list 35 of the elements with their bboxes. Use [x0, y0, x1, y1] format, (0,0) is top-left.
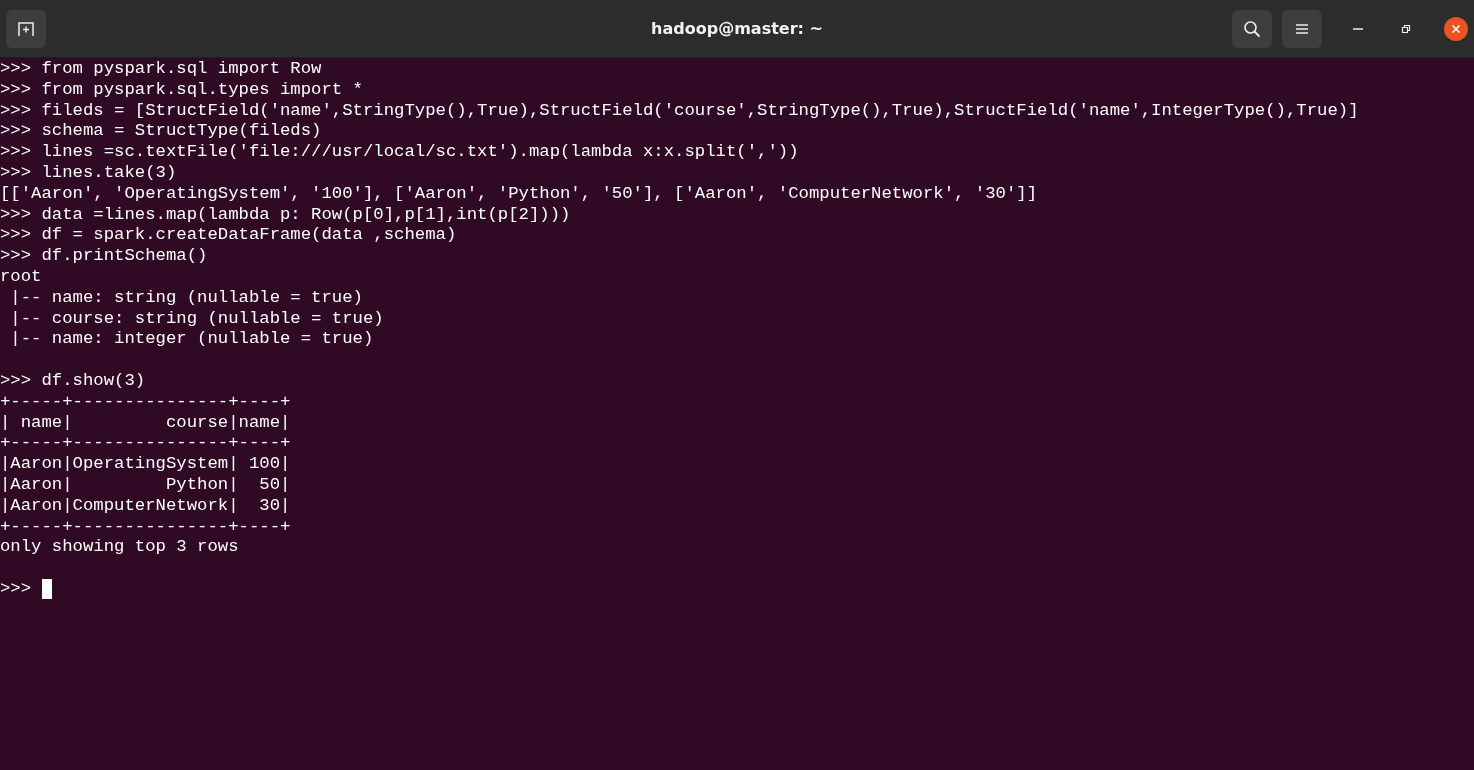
terminal-line: |Aaron|ComputerNetwork| 30|	[0, 495, 291, 517]
minimize-icon	[1353, 27, 1363, 30]
terminal-line: root	[0, 266, 42, 288]
terminal-line: +-----+---------------+----+	[0, 391, 291, 413]
terminal-line: >>> lines.take(3)	[0, 163, 177, 184]
terminal-line: +-----+---------------+----+	[0, 433, 291, 455]
terminal-line: >>> data =lines.map(lambda p: Row(p[0],p[1],int(p[2])))	[0, 204, 571, 226]
menu-button[interactable]	[1282, 9, 1322, 48]
close-icon	[1451, 23, 1461, 34]
terminal-line: >>> from pyspark.sql import Row	[0, 59, 322, 80]
terminal-line: |-- course: string (nullable = true)	[9, 308, 384, 330]
terminal-line: >>> lines =sc.textFile('file:///usr/local/sc.txt').map(lambda x:x.split(','))	[0, 142, 799, 163]
terminal-line: |-- name: string (nullable = true)	[9, 287, 363, 309]
restore-icon	[1401, 23, 1411, 34]
terminal-line: |-- name: integer (nullable = true)	[9, 329, 374, 351]
terminal-line: >>> df.printSchema()	[0, 246, 208, 267]
close-button[interactable]	[1444, 16, 1468, 41]
terminal-line: only showing top 3 rows	[0, 537, 239, 559]
terminal-line: >>> schema = StructType(fileds)	[0, 121, 322, 143]
search-icon	[1243, 19, 1261, 38]
terminal-line: >>> fileds = [StructField('name',StringType(),True),StructField('course',StringType(),True),StructField('name',IntegerType(),True)]	[0, 100, 1359, 122]
terminal-line: >>>	[0, 578, 32, 600]
terminal-line: | name| course|name|	[0, 412, 291, 434]
terminal-line: >>> df.show(3)	[0, 370, 146, 392]
menu-icon	[1295, 22, 1309, 35]
window-title: hadoop@master: ~	[651, 19, 823, 38]
search-button[interactable]	[1232, 9, 1272, 48]
terminal-line: |Aaron|OperatingSystem| 100|	[0, 454, 291, 475]
new-tab-button[interactable]	[6, 9, 46, 48]
terminal-line: +-----+---------------+----+	[0, 516, 291, 538]
terminal-line: [['Aaron', 'OperatingSystem', '100'], ['Aaron', 'Python', '50'], ['Aaron', 'ComputerNetwork', '30']]	[0, 183, 1038, 205]
new-tab-icon	[17, 19, 35, 38]
terminal-line: >>> df = spark.createDataFrame(data ,schema)	[0, 225, 457, 247]
terminal-line: >>> from pyspark.sql.types import *	[0, 79, 363, 101]
terminal-line: |Aaron| Python| 50|	[0, 474, 291, 496]
